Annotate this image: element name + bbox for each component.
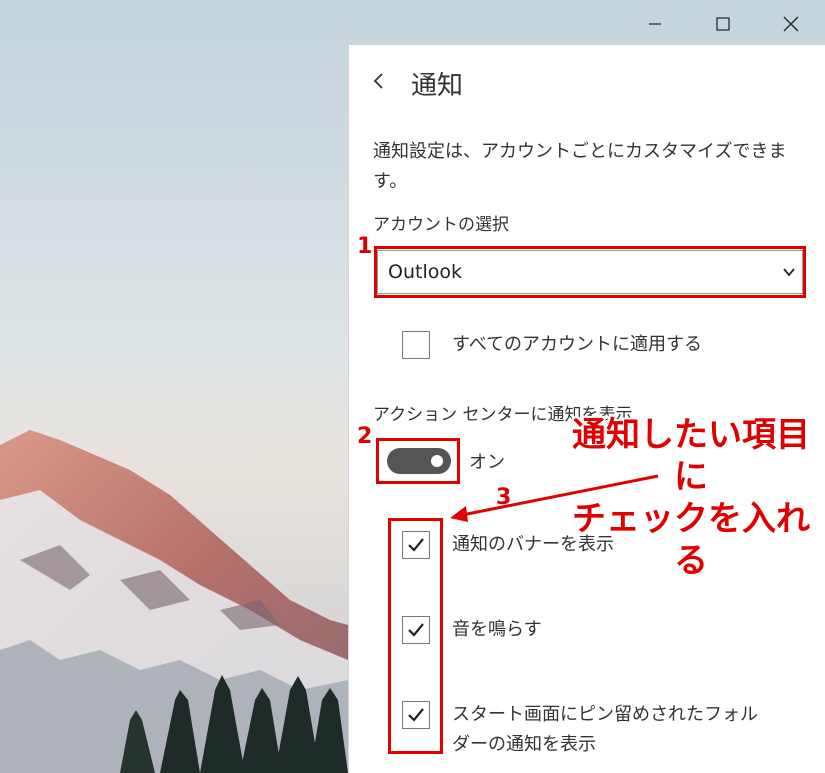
- apply-all-checkbox[interactable]: [402, 331, 430, 359]
- maximize-icon: [715, 17, 730, 31]
- annotation-number-1: 1: [357, 234, 373, 259]
- back-arrow-icon: [373, 73, 383, 89]
- play-sound-label: 音を鳴らす: [452, 619, 542, 640]
- apply-all-label: すべてのアカウントに適用する: [452, 334, 703, 355]
- page-title: 通知: [411, 71, 464, 101]
- callout-line-1: 通知したい項目に: [572, 415, 810, 497]
- minimize-button[interactable]: [622, 0, 687, 48]
- annotation-callout: 通知したい項目に チェックを入れる: [560, 414, 822, 582]
- minimize-icon: [648, 23, 661, 25]
- maximize-button[interactable]: [690, 0, 755, 48]
- callout-line-2: チェックを入れる: [572, 499, 810, 581]
- close-icon: [783, 16, 798, 32]
- annotation-box-account: [374, 246, 806, 298]
- annotation-box-checkboxes: [388, 518, 443, 754]
- pinned-folder-label: スタート画面にピン留めされたフォルダーの通知を表示: [452, 704, 758, 755]
- account-select-label: アカウントの選択: [373, 215, 509, 235]
- close-button[interactable]: [758, 0, 823, 48]
- settings-description: 通知設定は、アカウントごとにカスタマイズできます。: [373, 141, 787, 192]
- back-button[interactable]: [371, 71, 391, 95]
- annotation-number-2: 2: [357, 424, 373, 449]
